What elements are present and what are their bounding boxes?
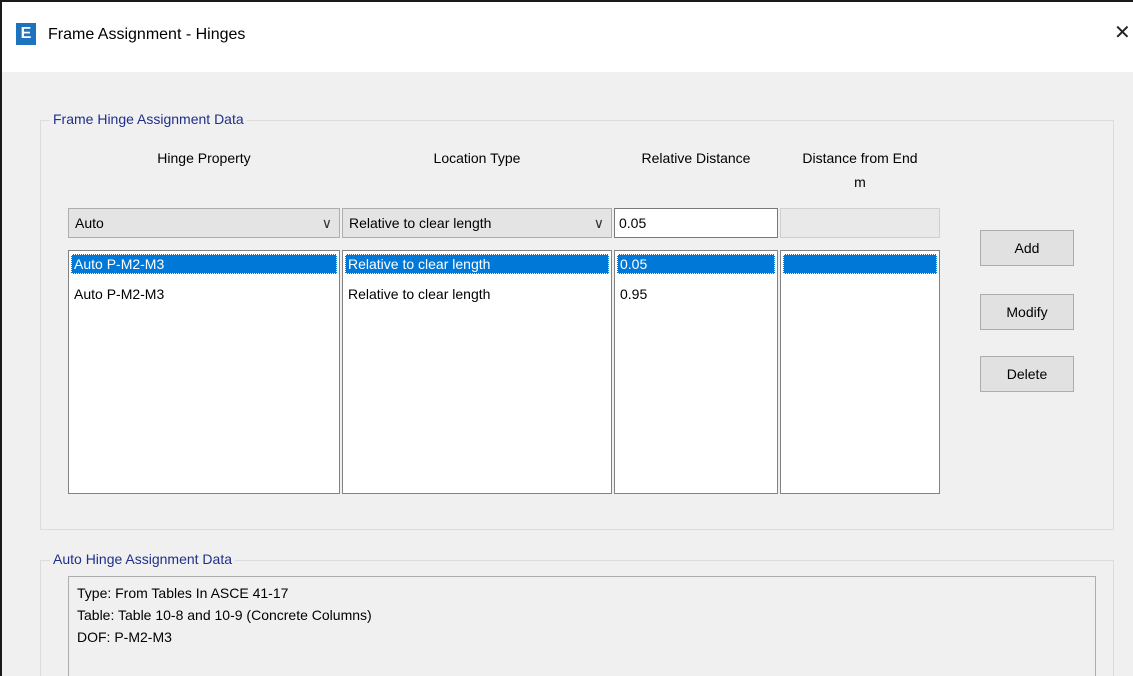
add-button[interactable]: Add bbox=[980, 230, 1074, 266]
list-item[interactable]: 0.95 bbox=[617, 284, 775, 304]
chevron-down-icon[interactable]: ∨ bbox=[594, 209, 604, 237]
list-item[interactable]: Auto P-M2-M3 bbox=[71, 254, 337, 274]
window-title: Frame Assignment - Hinges bbox=[48, 26, 246, 43]
list-item[interactable]: Auto P-M2-M3 bbox=[71, 284, 337, 304]
location-type-combo[interactable]: Relative to clear length ∨ bbox=[342, 208, 612, 238]
auto-hinge-dof-line: DOF: P-M2-M3 bbox=[77, 629, 172, 645]
distance-unit-label: m bbox=[854, 174, 866, 190]
list-item[interactable]: 0.05 bbox=[617, 254, 775, 274]
relative-distance-header: Relative Distance bbox=[641, 150, 751, 166]
list-item[interactable]: Relative to clear length bbox=[345, 254, 609, 274]
auto-hinge-type-line: Type: From Tables In ASCE 41-17 bbox=[77, 585, 289, 601]
auto-hinge-info-box: Type: From Tables In ASCE 41-17 Table: T… bbox=[68, 576, 1096, 676]
hinge-property-combo[interactable]: Auto ∨ bbox=[68, 208, 340, 238]
delete-button[interactable]: Delete bbox=[980, 356, 1074, 392]
distance-from-end-header: Distance from End bbox=[802, 150, 918, 166]
hinge-property-combo-value: Auto bbox=[75, 215, 104, 231]
auto-hinge-group-title: Auto Hinge Assignment Data bbox=[50, 551, 235, 567]
app-icon: E bbox=[16, 23, 36, 45]
relative-distance-input[interactable]: 0.05 bbox=[614, 208, 778, 238]
distance-from-end-list[interactable] bbox=[780, 250, 940, 494]
list-item[interactable] bbox=[783, 284, 937, 304]
frame-hinge-group-title: Frame Hinge Assignment Data bbox=[50, 111, 247, 127]
distance-from-end-input bbox=[780, 208, 940, 238]
location-type-combo-value: Relative to clear length bbox=[349, 215, 492, 231]
hinge-property-list[interactable]: Auto P-M2-M3 Auto P-M2-M3 bbox=[68, 250, 340, 494]
relative-distance-list[interactable]: 0.05 0.95 bbox=[614, 250, 778, 494]
location-type-list[interactable]: Relative to clear length Relative to cle… bbox=[342, 250, 612, 494]
modify-button[interactable]: Modify bbox=[980, 294, 1074, 330]
auto-hinge-table-line: Table: Table 10-8 and 10-9 (Concrete Col… bbox=[77, 607, 372, 623]
chevron-down-icon[interactable]: ∨ bbox=[322, 209, 332, 237]
list-item[interactable]: Relative to clear length bbox=[345, 284, 609, 304]
location-type-header: Location Type bbox=[433, 150, 521, 166]
hinge-property-header: Hinge Property bbox=[157, 150, 251, 166]
close-icon[interactable]: ✕ bbox=[1114, 20, 1131, 46]
list-item[interactable] bbox=[783, 254, 937, 274]
